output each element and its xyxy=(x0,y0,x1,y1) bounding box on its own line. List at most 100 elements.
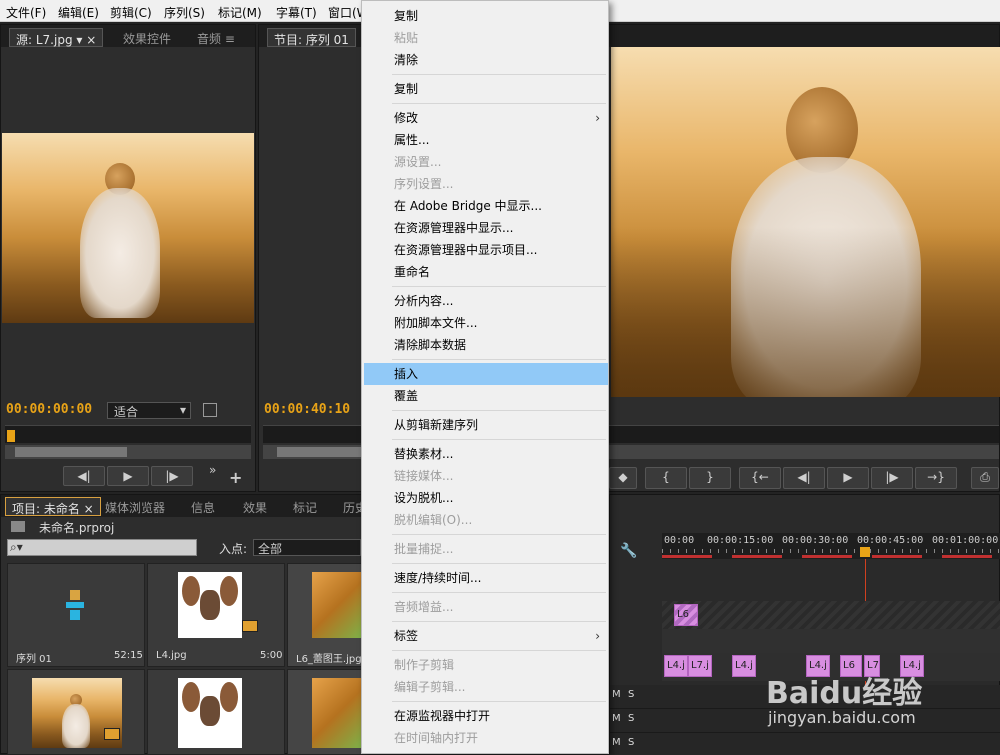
more-icon[interactable]: » xyxy=(209,463,216,477)
context-menu-item[interactable]: 复制 xyxy=(364,5,608,27)
step-back-button[interactable]: ◀| xyxy=(63,466,105,486)
context-menu-item[interactable]: 附加脚本文件... xyxy=(364,312,608,334)
search-input[interactable]: ⌕▾ xyxy=(7,539,197,556)
mark-out-button[interactable]: } xyxy=(689,467,731,489)
tab-effect-controls[interactable]: 效果控件 xyxy=(117,28,177,47)
mute-toggle[interactable]: M xyxy=(612,689,621,700)
timeline-clip[interactable]: L6 xyxy=(674,604,698,626)
watermark-brand: Baidu经验 xyxy=(766,676,923,711)
context-menu-item[interactable]: 覆盖 xyxy=(364,385,608,407)
project-item-l6[interactable]: L6_蕾图王.jpg xyxy=(287,563,364,667)
context-menu-item[interactable]: 属性... xyxy=(364,129,608,151)
tab-source[interactable]: 源: L7.jpg ▾ × xyxy=(9,28,104,47)
project-item-l6-copy[interactable] xyxy=(287,669,364,755)
tab-project[interactable]: 项目: 未命名 × xyxy=(5,497,101,516)
tab-history[interactable]: 历史 xyxy=(337,497,361,516)
add-icon[interactable]: + xyxy=(229,468,242,487)
source-timecode[interactable]: 00:00:00:00 xyxy=(6,402,92,417)
context-menu-item: 源设置... xyxy=(364,151,608,173)
project-item-l7[interactable] xyxy=(7,669,145,755)
context-menu-item[interactable]: 分析内容... xyxy=(364,290,608,312)
menu-clip[interactable]: 剪辑(C) xyxy=(110,4,152,21)
go-to-in-button[interactable]: {← xyxy=(739,467,781,489)
context-menu-item-label: 在时间轴内打开 xyxy=(394,731,479,745)
context-menu-item-label: 标签 xyxy=(394,629,419,643)
context-menu-item[interactable]: 速度/持续时间... xyxy=(364,567,608,589)
menu-sequence[interactable]: 序列(S) xyxy=(164,4,205,21)
context-menu-item-label: 清除 xyxy=(394,53,419,67)
tab-markers[interactable]: 标记 xyxy=(287,497,323,516)
timeline-clip[interactable]: L4.j xyxy=(664,655,688,677)
playhead-icon[interactable] xyxy=(860,547,870,557)
context-menu-item[interactable]: 在资源管理器中显示项目... xyxy=(364,239,608,261)
tab-media-browser[interactable]: 媒体浏览器 xyxy=(99,497,171,516)
mark-in-button[interactable]: { xyxy=(645,467,687,489)
step-forward-button[interactable]: |▶ xyxy=(151,466,193,486)
timeline-clip[interactable]: L7.j xyxy=(688,655,712,677)
wrench-icon[interactable]: 🔧 xyxy=(620,543,637,559)
play-button[interactable]: ▶ xyxy=(827,467,869,489)
context-menu-item[interactable]: 在 Adobe Bridge 中显示... xyxy=(364,195,608,217)
project-item-sequence[interactable]: 序列 01 52:15 xyxy=(7,563,145,667)
playhead-icon[interactable] xyxy=(7,430,15,442)
tab-info[interactable]: 信息 xyxy=(185,497,221,516)
solo-toggle[interactable]: S xyxy=(628,737,634,748)
tab-effects[interactable]: 效果 xyxy=(237,497,273,516)
golden-dog-image xyxy=(312,572,364,638)
export-frame-button[interactable]: ⎙ xyxy=(971,467,999,489)
menu-file[interactable]: 文件(F) xyxy=(6,4,46,21)
context-menu-item[interactable]: 清除脚本数据 xyxy=(364,334,608,356)
chevron-right-icon: › xyxy=(595,111,600,125)
video-track-empty[interactable] xyxy=(662,629,1000,653)
context-menu-item[interactable]: 修改 › xyxy=(364,107,608,129)
solo-toggle[interactable]: S xyxy=(628,689,634,700)
tab-audio[interactable]: 音频 ≡ xyxy=(191,28,241,47)
menu-title[interactable]: 字幕(T) xyxy=(276,4,317,21)
context-menu-item[interactable]: 标签 › xyxy=(364,625,608,647)
solo-toggle[interactable]: S xyxy=(628,713,634,724)
step-back-button[interactable]: ◀| xyxy=(783,467,825,489)
video-track-2[interactable]: L6 xyxy=(662,601,1000,629)
context-menu-item-label: 修改 xyxy=(394,111,419,125)
add-marker-button[interactable]: ◆ xyxy=(609,467,637,489)
context-menu-item[interactable]: 从剪辑新建序列 xyxy=(364,414,608,436)
context-menu-item[interactable]: 重命名 xyxy=(364,261,608,283)
dog-image xyxy=(178,572,242,638)
mute-toggle[interactable]: M xyxy=(612,713,621,724)
step-forward-button[interactable]: |▶ xyxy=(871,467,913,489)
project-item-l4[interactable]: L4.jpg 5:00 xyxy=(147,563,285,667)
context-menu-item[interactable]: 替换素材... xyxy=(364,443,608,465)
go-to-out-button[interactable]: →} xyxy=(915,467,957,489)
source-scrollbar[interactable] xyxy=(5,445,251,459)
watermark-url: jingyan.baidu.com xyxy=(768,708,916,727)
context-menu-item[interactable]: 设为脱机... xyxy=(364,487,608,509)
tab-program[interactable]: 节目: 序列 01 xyxy=(267,28,356,47)
timeline-clip[interactable]: L4.j xyxy=(732,655,756,677)
context-menu-item[interactable]: 清除 xyxy=(364,49,608,71)
context-menu-item[interactable]: 在资源管理器中显示... xyxy=(364,217,608,239)
context-menu-item-label: 替换素材... xyxy=(394,447,454,461)
context-menu-item-label: 在资源管理器中显示... xyxy=(394,221,514,235)
context-menu: 复制 粘贴 清除 复制 修改 › 属性... 源设置... 序列设置... 在 Adobe Bri… xyxy=(361,0,609,754)
fit-dropdown[interactable]: 适合 ▾ xyxy=(107,402,191,419)
in-point-label: 入点: xyxy=(219,542,248,556)
context-menu-item[interactable]: 复制 xyxy=(364,78,608,100)
program-timecode[interactable]: 00:00:40:10 xyxy=(264,402,350,417)
scrollbar-thumb[interactable] xyxy=(15,447,127,457)
project-item-l4-copy[interactable] xyxy=(147,669,285,755)
scrollbar-thumb[interactable] xyxy=(277,447,367,457)
chevron-right-icon: › xyxy=(595,629,600,643)
source-ruler[interactable] xyxy=(5,425,251,443)
context-menu-item-label: 制作子剪辑 xyxy=(394,658,455,672)
menu-marker[interactable]: 标记(M) xyxy=(218,4,262,21)
context-menu-item[interactable]: 在源监视器中打开 xyxy=(364,705,608,727)
export-frame-icon[interactable] xyxy=(203,403,217,417)
context-menu-item[interactable]: 插入 xyxy=(364,363,608,385)
timeline-ruler[interactable]: 00:00 00:00:15:00 00:00:30:00 00:00:45:0… xyxy=(662,533,1000,559)
in-point-dropdown[interactable]: 全部 xyxy=(253,539,361,556)
menu-edit[interactable]: 编辑(E) xyxy=(58,4,99,21)
dog-ear xyxy=(182,682,200,712)
mute-toggle[interactable]: M xyxy=(612,737,621,748)
context-menu-item: 序列设置... xyxy=(364,173,608,195)
play-button[interactable]: ▶ xyxy=(107,466,149,486)
